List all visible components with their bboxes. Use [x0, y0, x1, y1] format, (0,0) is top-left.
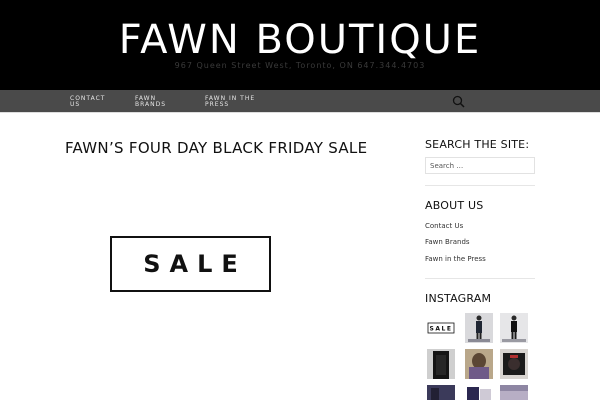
sale-banner-text: SALE [143, 250, 247, 278]
search-widget-title: SEARCH THE SITE: [425, 138, 530, 151]
site-description: 967 Queen Street West, Toronto, ON 647.3… [174, 61, 426, 70]
about-widget-title: ABOUT US [425, 199, 484, 212]
instagram-widget-title: INSTAGRAM [425, 292, 492, 305]
instagram-photo[interactable] [465, 313, 493, 343]
instagram-photo[interactable] [500, 349, 528, 379]
instagram-photo[interactable] [500, 313, 528, 343]
sidebar-link-fawn-brands[interactable]: Fawn Brands [425, 238, 470, 246]
instagram-photo[interactable] [465, 349, 493, 379]
divider [425, 278, 535, 279]
search-icon[interactable] [452, 94, 466, 108]
sidebar-link-fawn-in-the-press[interactable]: Fawn in the Press [425, 255, 486, 263]
site-title[interactable]: FAWN BOUTIQUE [0, 16, 600, 64]
instagram-sale-text: SALE [430, 326, 453, 333]
nav-item-label-line2: US [70, 101, 81, 108]
instagram-photo[interactable] [427, 385, 455, 400]
sidebar-link-contact-us[interactable]: Contact Us [425, 222, 463, 230]
main-navigation: CONTACT US FAWN BRANDS FAWN IN THE PRESS [0, 90, 600, 113]
nav-item-contact-us[interactable]: CONTACT US [70, 96, 130, 108]
post-title[interactable]: FAWN’S FOUR DAY BLACK FRIDAY SALE [65, 139, 367, 157]
nav-item-fawn-brands[interactable]: FAWN BRANDS [135, 96, 195, 108]
sale-banner-image[interactable]: SALE [110, 236, 271, 292]
instagram-photo[interactable] [465, 385, 493, 400]
instagram-photo[interactable] [500, 385, 528, 400]
instagram-photo[interactable]: SALE [427, 313, 455, 343]
nav-item-fawn-in-the-press[interactable]: FAWN IN THE PRESS [205, 96, 265, 108]
nav-item-label-line2: PRESS [205, 101, 230, 108]
search-input[interactable] [425, 157, 535, 174]
site-header: FAWN BOUTIQUE 967 Queen Street West, Tor… [0, 0, 600, 90]
divider [425, 185, 535, 186]
nav-item-label-line2: BRANDS [135, 101, 167, 108]
instagram-photo[interactable] [427, 349, 455, 379]
